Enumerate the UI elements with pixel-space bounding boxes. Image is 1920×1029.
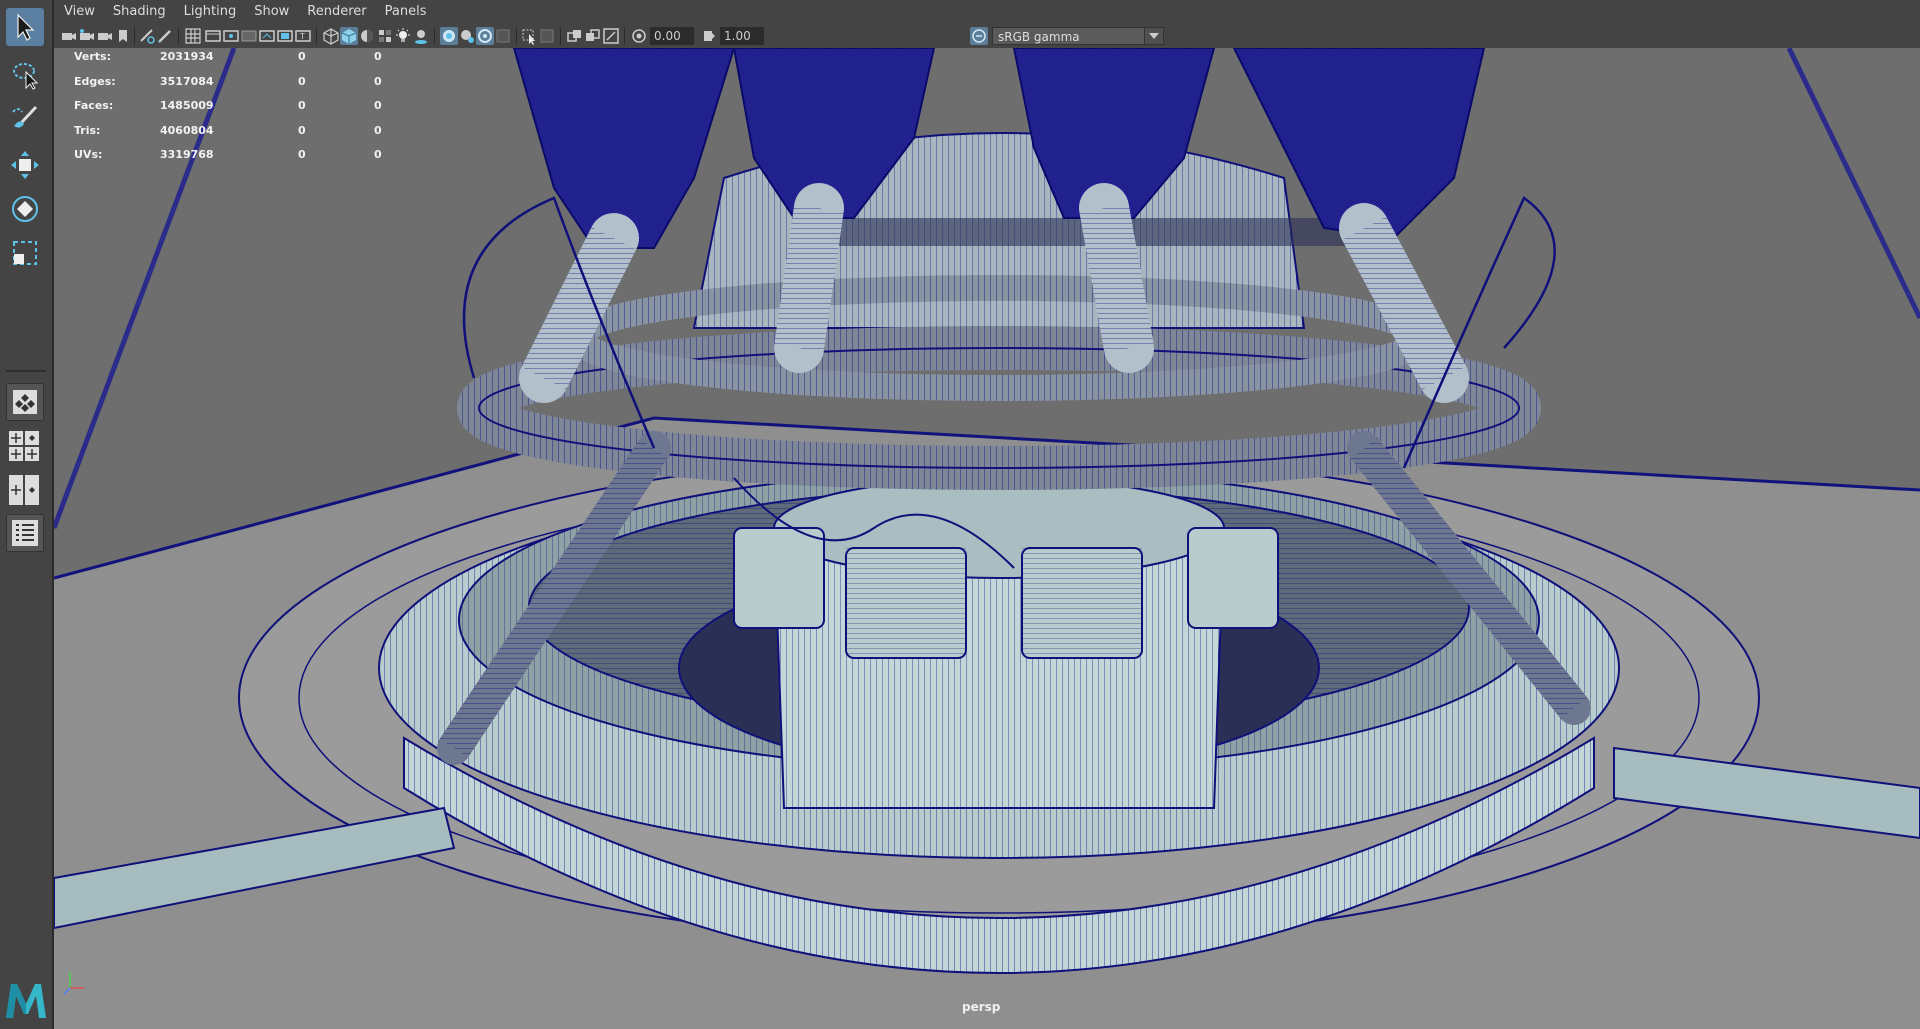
bookmarks-icon[interactable]: [96, 27, 114, 45]
panel-toolbar: T 0.00 1.00 sRGB gamma: [54, 24, 1920, 49]
component-selection-icon[interactable]: [520, 27, 538, 45]
safe-title-icon[interactable]: T: [294, 27, 312, 45]
gamma-icon[interactable]: [700, 27, 718, 45]
select-camera-icon[interactable]: [60, 27, 78, 45]
color-space-dropdown[interactable]: sRGB gamma: [992, 27, 1164, 45]
hud-row-uvs: UVs: 3319768 0 0: [74, 148, 382, 161]
panel-menubar: View Shading Lighting Show Renderer Pane…: [54, 0, 1920, 24]
camera-attributes-icon[interactable]: [78, 27, 96, 45]
hud-row-edges: Edges: 3517084 0 0: [74, 74, 382, 88]
film-gate-icon[interactable]: [204, 27, 222, 45]
camera-name-label: persp: [962, 1000, 1001, 1014]
toolbox-separator: [6, 370, 46, 372]
color-space-value: sRGB gamma: [998, 30, 1080, 44]
scale-tool-icon[interactable]: [6, 234, 44, 272]
hud-row-faces: Faces: 1485009 0 0: [74, 99, 382, 112]
select-tool-icon[interactable]: [6, 8, 44, 46]
outliner-layout-icon[interactable]: [6, 514, 44, 552]
view-transform-icon[interactable]: [970, 27, 988, 45]
xray-active-components-icon[interactable]: [458, 27, 476, 45]
hud-row-tris: Tris: 4060804 0 0: [74, 123, 382, 137]
smooth-shade-all-icon[interactable]: [340, 27, 358, 45]
isolate-select-icon[interactable]: [566, 27, 584, 45]
wireframe-icon[interactable]: [322, 27, 340, 45]
maya-logo: [3, 978, 49, 1022]
separator: [134, 27, 135, 45]
backface-culling-icon[interactable]: [494, 27, 512, 45]
separator: [316, 27, 317, 45]
separator: [434, 27, 435, 45]
field-chart-icon[interactable]: [258, 27, 276, 45]
poly-count-hud: Verts: 2031934 0 0 Edges: 3517084 0 0 Fa…: [74, 48, 382, 171]
separator: [560, 27, 561, 45]
grease-pencil-icon[interactable]: [156, 27, 174, 45]
frame-all-icon[interactable]: [602, 27, 620, 45]
menu-shading[interactable]: Shading: [104, 0, 175, 24]
rotate-tool-icon[interactable]: [6, 190, 44, 228]
xray-joints-icon[interactable]: [476, 27, 494, 45]
toolbox: [0, 0, 54, 1029]
two-pane-layout-icon[interactable]: [6, 472, 42, 508]
move-tool-icon[interactable]: [6, 146, 44, 184]
chevron-down-icon[interactable]: [1144, 28, 1163, 44]
frame-selected-icon[interactable]: [584, 27, 602, 45]
separator: [624, 27, 625, 45]
single-pane-layout-icon[interactable]: [6, 383, 44, 421]
scene-render: [54, 48, 1920, 1029]
separator: [516, 27, 517, 45]
shadows-icon[interactable]: [412, 27, 430, 45]
use-default-material-icon[interactable]: [358, 27, 376, 45]
menu-panels[interactable]: Panels: [376, 0, 436, 24]
2d-pan-zoom-icon[interactable]: [138, 27, 156, 45]
separator: [178, 27, 179, 45]
viewport-persp[interactable]: Verts: 2031934 0 0 Edges: 3517084 0 0 Fa…: [54, 48, 1920, 1029]
gamma-field[interactable]: 1.00: [720, 27, 764, 45]
menu-lighting[interactable]: Lighting: [175, 0, 246, 24]
xray-icon[interactable]: [440, 27, 458, 45]
four-pane-layout-icon[interactable]: [6, 428, 42, 464]
resolution-gate-icon[interactable]: [222, 27, 240, 45]
menu-renderer[interactable]: Renderer: [298, 0, 375, 24]
menu-show[interactable]: Show: [245, 0, 298, 24]
exposure-field[interactable]: 0.00: [650, 27, 694, 45]
textured-icon[interactable]: [376, 27, 394, 45]
gate-mask-icon[interactable]: [240, 27, 258, 45]
use-all-lights-icon[interactable]: [394, 27, 412, 45]
hud-row-verts: Verts: 2031934 0 0: [74, 50, 382, 63]
paint-select-tool-icon[interactable]: [6, 100, 44, 138]
image-plane-icon[interactable]: [114, 27, 132, 45]
grid-icon[interactable]: [184, 27, 202, 45]
exposure-icon[interactable]: [630, 27, 648, 45]
safe-action-icon[interactable]: [276, 27, 294, 45]
menu-view[interactable]: View: [54, 0, 104, 24]
view-axis-icon: [63, 972, 84, 995]
anti-aliasing-icon[interactable]: [538, 27, 556, 45]
lasso-tool-icon[interactable]: [6, 56, 44, 94]
svg-text:T: T: [299, 32, 305, 41]
